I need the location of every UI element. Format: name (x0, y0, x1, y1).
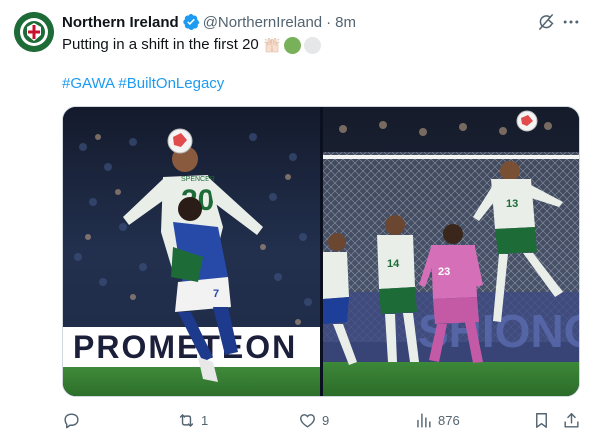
shirt-number-right-2: 14 (387, 258, 400, 270)
shirt-number-right-3: 23 (438, 266, 450, 278)
like-button[interactable]: 9 (298, 408, 329, 432)
author-handle[interactable]: @NorthernIreland (203, 14, 322, 31)
heart-icon (300, 413, 315, 428)
action-bar: 1 9 876 (62, 408, 582, 432)
media-grid[interactable]: PROMETEON 20 SPENCER 7 (62, 106, 580, 397)
white-circle-emoji-icon (303, 36, 321, 54)
share-button[interactable] (562, 408, 581, 432)
views-count: 876 (438, 412, 460, 428)
repost-button[interactable]: 1 (177, 408, 208, 432)
repost-count: 1 (201, 412, 209, 428)
more-icon[interactable] (561, 12, 581, 32)
tweet-header: Northern Ireland @NorthernIreland · 8m (62, 12, 356, 32)
photo-header-duel[interactable]: PROMETEON 20 SPENCER 7 (63, 107, 320, 396)
tweet-text-content: Putting in a shift in the first 20 (62, 36, 259, 53)
shirt-number-right-1: 13 (506, 198, 518, 210)
tweet-text: Putting in a shift in the first 20 (62, 35, 321, 55)
green-circle-emoji-icon (283, 36, 301, 54)
opponent-number-left: 7 (213, 288, 219, 300)
raised-hands-emoji-icon (263, 36, 281, 54)
header-separator: · (326, 13, 332, 31)
views-icon (417, 412, 431, 428)
photo-goalmouth[interactable]: SHIONO 13 14 (323, 107, 579, 396)
verified-badge-icon[interactable] (182, 13, 200, 31)
grok-icon[interactable] (536, 12, 556, 32)
share-icon (564, 412, 579, 428)
tweet[interactable]: Northern Ireland @NorthernIreland · 8m P… (0, 0, 593, 444)
ifa-crest-icon (14, 12, 54, 52)
bookmark-icon (536, 412, 547, 428)
repost-icon (179, 413, 194, 427)
tweet-timestamp[interactable]: 8m (335, 14, 356, 31)
ad-board-left: PROMETEON (73, 329, 297, 365)
reply-button[interactable] (62, 408, 86, 432)
like-count: 9 (322, 412, 330, 428)
author-name[interactable]: Northern Ireland (62, 14, 179, 31)
bookmark-button[interactable] (532, 408, 551, 432)
hashtags[interactable]: #GAWA #BuiltOnLegacy (62, 74, 224, 94)
avatar[interactable] (14, 12, 54, 52)
views-button[interactable]: 876 (414, 408, 460, 432)
reply-icon (64, 412, 79, 428)
